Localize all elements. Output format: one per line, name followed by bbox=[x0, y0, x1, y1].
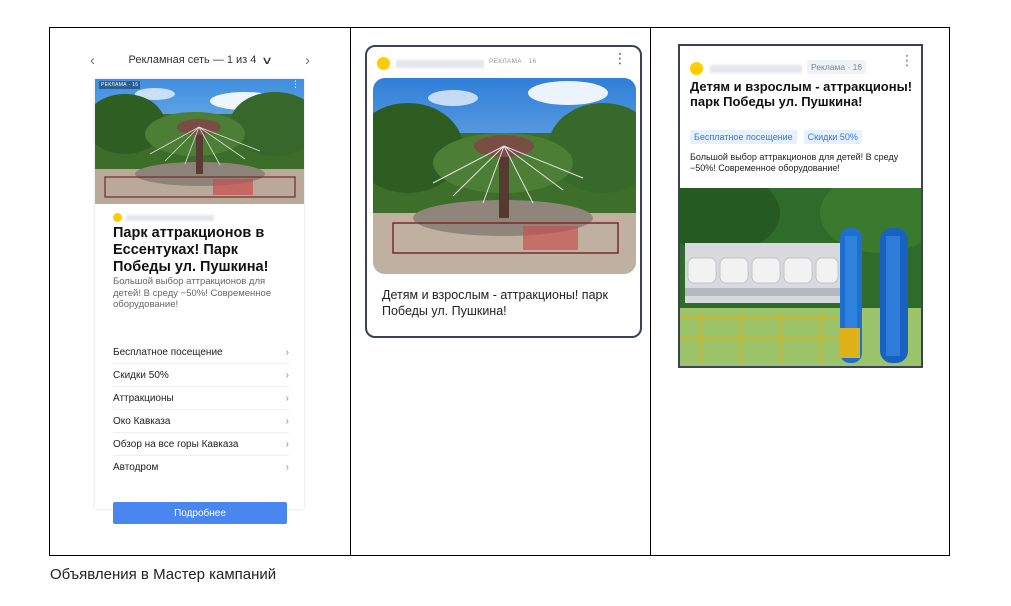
advertiser-logo bbox=[690, 62, 703, 75]
ad-title[interactable]: Детям и взрослым - аттракционы! парк Поб… bbox=[690, 79, 915, 109]
chevron-right-icon: › bbox=[285, 392, 289, 404]
chevron-right-icon: › bbox=[285, 346, 289, 358]
ad-label: РЕКЛАМА · 16 bbox=[489, 58, 537, 65]
advertiser-logo bbox=[377, 57, 390, 70]
sitelink-tag[interactable]: Скидки 50% bbox=[803, 130, 862, 144]
carousel-photo: РЕКЛАМА · 16 ⋮ bbox=[95, 79, 304, 204]
ad-photo bbox=[680, 188, 921, 366]
sitelink-tag[interactable]: Бесплатное посещение bbox=[690, 130, 797, 144]
advertiser-name-blurred bbox=[396, 60, 484, 68]
chevron-down-icon[interactable]: ∨ bbox=[261, 54, 273, 67]
sitelink-item[interactable]: Аттракционы › bbox=[113, 387, 289, 410]
ad-card-network[interactable]: РЕКЛАМА · 16 ⋮ Парк аттракционов в Ессен… bbox=[95, 79, 304, 524]
preview-cell-search: Реклама · 16 ⋮ Детям и взрослым - аттрак… bbox=[650, 28, 949, 555]
ad-text[interactable]: Детям и взрослым - аттракционы! парк Поб… bbox=[382, 287, 632, 319]
more-details-button[interactable]: Подробнее bbox=[113, 502, 287, 524]
sitelink-item[interactable]: Обзор на все горы Кавказа › bbox=[113, 433, 289, 456]
ad-label: Реклама · 16 bbox=[807, 60, 867, 74]
preview-cell-feed: РЕКЛАМА · 16 ⋮ Детям и взрослым - аттрак… bbox=[350, 28, 650, 555]
ad-card-search[interactable]: Реклама · 16 ⋮ Детям и взрослым - аттрак… bbox=[678, 44, 923, 368]
ad-badge: РЕКЛАМА · 16 bbox=[99, 81, 141, 89]
preview-cell-network: ‹ Рекламная сеть — 1 из 4 ∨ › РЕКЛАМА · … bbox=[50, 28, 350, 555]
ad-preview-table: ‹ Рекламная сеть — 1 из 4 ∨ › РЕКЛАМА · … bbox=[49, 27, 950, 556]
more-icon[interactable]: ⋮ bbox=[900, 53, 914, 67]
sitelinks-list: Бесплатное посещение › Скидки 50% › Аттрак… bbox=[113, 341, 289, 478]
chevron-right-icon: › bbox=[285, 461, 289, 473]
prev-arrow-icon[interactable]: ‹ bbox=[90, 52, 95, 69]
ad-description: Большой выбор аттракционов для детей! В … bbox=[690, 152, 899, 173]
ad-description: Большой выбор аттракционов для детей! В … bbox=[113, 276, 272, 310]
next-arrow-icon[interactable]: › bbox=[305, 52, 310, 69]
figure-caption: Объявления в Мастер кампаний bbox=[50, 566, 277, 583]
ad-card-feed[interactable]: РЕКЛАМА · 16 ⋮ Детям и взрослым - аттрак… bbox=[365, 45, 642, 338]
more-icon[interactable]: ⋮ bbox=[613, 51, 627, 65]
sitelink-item[interactable]: Скидки 50% › bbox=[113, 364, 289, 387]
pager-label: Рекламная сеть — 1 из 4 bbox=[128, 54, 257, 66]
chevron-right-icon: › bbox=[285, 369, 289, 381]
sitelink-item[interactable]: Око Кавказа › bbox=[113, 410, 289, 433]
ad-pager: ‹ Рекламная сеть — 1 из 4 ∨ › bbox=[90, 50, 310, 70]
sitelink-item[interactable]: Автодром › bbox=[113, 456, 289, 478]
advertiser-name-blurred bbox=[710, 65, 802, 73]
advertiser-name-blurred bbox=[126, 215, 214, 221]
ad-photo bbox=[373, 78, 636, 274]
sitelink-tags: Бесплатное посещение Скидки 50% bbox=[690, 130, 862, 144]
sitelink-item[interactable]: Бесплатное посещение › bbox=[113, 341, 289, 364]
more-icon[interactable]: ⋮ bbox=[291, 80, 300, 89]
chevron-right-icon: › bbox=[285, 438, 289, 450]
ad-title[interactable]: Парк аттракционов в Ессентуках! Парк Поб… bbox=[113, 225, 293, 276]
advertiser-logo bbox=[113, 213, 122, 222]
chevron-right-icon: › bbox=[285, 415, 289, 427]
